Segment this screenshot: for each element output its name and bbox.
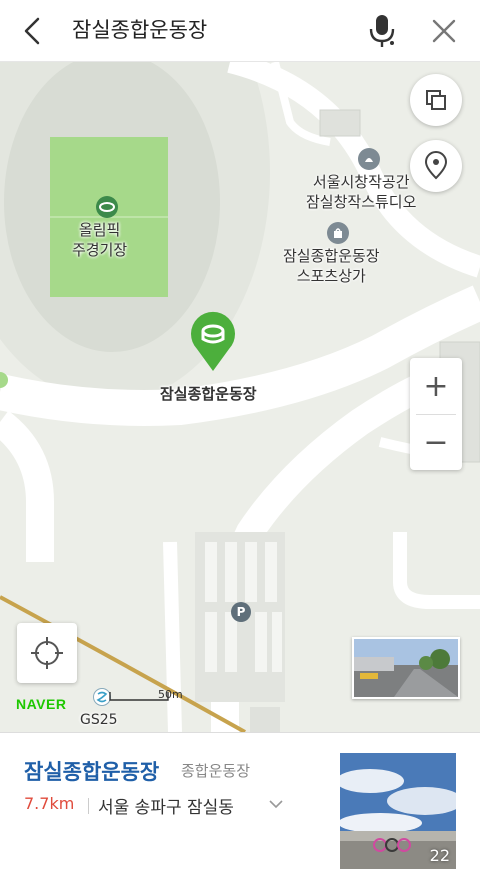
place-photo[interactable]: 22 bbox=[340, 753, 456, 869]
map-view[interactable]: 올림픽 주경기장 서울시창작공간 잠실창작스튜디오 잠실종합운동장 스포츠상가 bbox=[0, 62, 480, 732]
naver-logo: NAVER bbox=[16, 696, 67, 712]
location-pin-icon bbox=[424, 151, 448, 180]
map-app: 잠실종합운동장 올림픽 주경기장 서울시창작공간 잠실창작스튜디오 잠실종합운동… bbox=[0, 0, 480, 880]
place-info-panel[interactable]: 잠실종합운동장 종합운동장 7.7km 서울 송파구 잠실동 22 bbox=[0, 732, 480, 880]
layers-button[interactable] bbox=[410, 74, 462, 126]
gs25-label[interactable]: GS25 bbox=[80, 710, 118, 730]
layers-icon bbox=[426, 90, 446, 110]
street-view-thumbnail[interactable] bbox=[352, 637, 460, 699]
zoom-controls: + − bbox=[410, 358, 462, 470]
art-studio-line1: 서울시창작공간 bbox=[312, 173, 410, 191]
shopping-bag-icon bbox=[327, 222, 349, 244]
stadium-label[interactable]: 올림픽 주경기장 bbox=[72, 220, 127, 260]
my-places-button[interactable] bbox=[410, 140, 462, 192]
art-space-icon bbox=[358, 148, 380, 170]
place-category: 종합운동장 bbox=[181, 762, 251, 780]
sports-mall-label[interactable]: 잠실종합운동장 스포츠상가 bbox=[283, 246, 380, 286]
place-name[interactable]: 잠실종합운동장 bbox=[24, 756, 159, 786]
location-marker[interactable] bbox=[186, 309, 240, 373]
microphone-icon[interactable] bbox=[365, 12, 399, 50]
sports-mall-line2: 스포츠상가 bbox=[296, 267, 366, 285]
stadium-icon bbox=[96, 196, 118, 218]
search-bar: 잠실종합운동장 bbox=[0, 0, 480, 62]
art-studio-line2: 잠실창작스튜디오 bbox=[306, 193, 417, 211]
close-icon[interactable] bbox=[426, 13, 462, 49]
zoom-out-button[interactable]: − bbox=[410, 414, 462, 470]
chevron-left-icon[interactable] bbox=[16, 14, 50, 48]
sports-mall-line1: 잠실종합운동장 bbox=[283, 247, 380, 265]
zoom-in-button[interactable]: + bbox=[410, 358, 462, 414]
chevron-down-icon[interactable] bbox=[268, 796, 284, 810]
main-marker-label[interactable]: 잠실종합운동장 bbox=[160, 384, 257, 404]
stadium-label-line2: 주경기장 bbox=[72, 241, 128, 259]
parking-icon: P bbox=[231, 602, 251, 622]
divider bbox=[88, 798, 89, 814]
current-location-button[interactable] bbox=[17, 623, 77, 683]
art-studio-label[interactable]: 서울시창작공간 잠실창작스튜디오 bbox=[306, 172, 416, 212]
place-distance: 7.7km bbox=[24, 794, 75, 813]
place-address[interactable]: 서울 송파구 잠실동 bbox=[98, 793, 234, 818]
crosshair-icon bbox=[31, 637, 63, 669]
search-input[interactable]: 잠실종합운동장 bbox=[72, 14, 207, 46]
stadium-label-line1: 올림픽 bbox=[78, 221, 121, 239]
scale-label: 50m bbox=[158, 688, 183, 701]
photo-count: 22 bbox=[429, 846, 450, 865]
